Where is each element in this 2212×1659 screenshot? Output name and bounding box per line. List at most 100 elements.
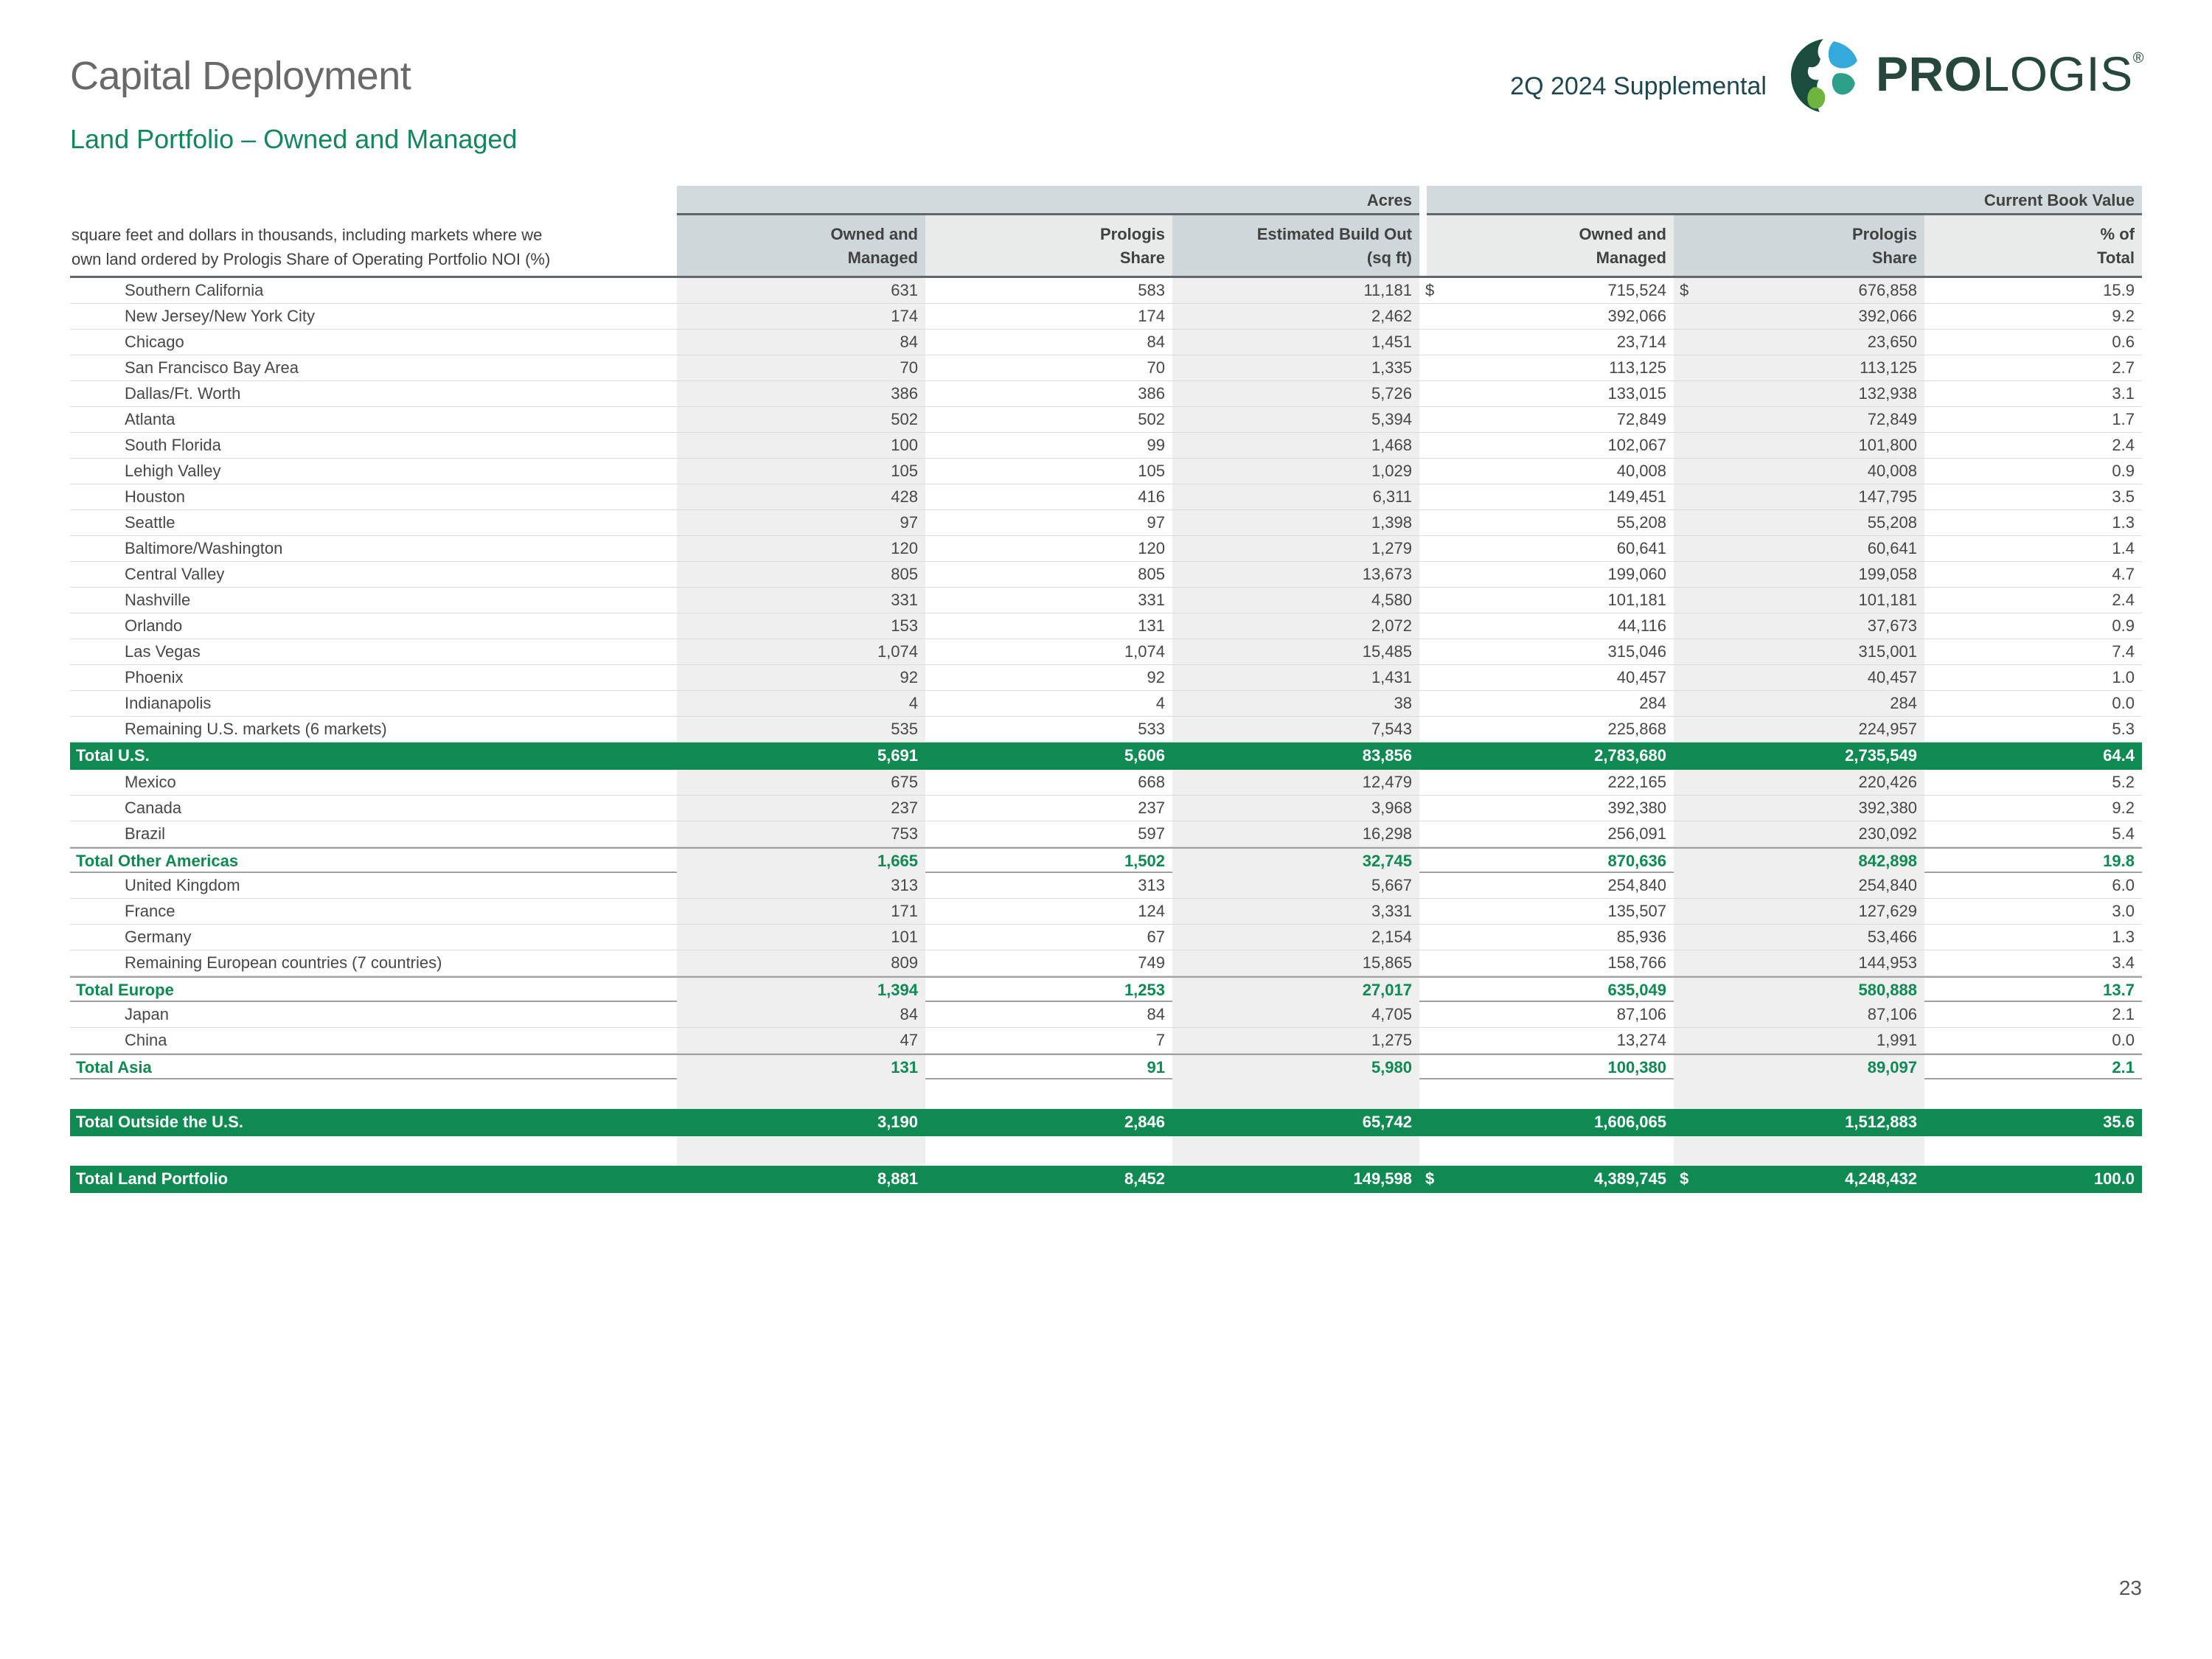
value-cell: 2,735,549	[1674, 742, 1924, 770]
value-cell: 64.4	[1924, 742, 2142, 770]
value-cell: 230,092	[1674, 821, 1924, 846]
row-label: Nashville	[70, 588, 677, 613]
table-row: Dallas/Ft. Worth3863865,726133,015132,93…	[70, 381, 2142, 407]
row-label: Baltimore/Washington	[70, 536, 677, 561]
column-header: Owned and Managed	[1419, 215, 1674, 276]
value-cell: 1,279	[1172, 536, 1419, 561]
value-cell: 220,426	[1674, 770, 1924, 795]
value-cell: 199,058	[1674, 562, 1924, 587]
value-cell: 392,380	[1674, 796, 1924, 821]
table-row: Nashville3313314,580101,181101,1812.4	[70, 588, 2142, 613]
value-cell: 40,457	[1419, 665, 1674, 690]
column-header: Prologis Share	[1674, 215, 1924, 276]
value-cell: 254,840	[1674, 873, 1924, 898]
value-cell: 4	[677, 691, 925, 716]
value-cell: 1,275	[1172, 1028, 1419, 1053]
value-cell: 40,008	[1419, 459, 1674, 484]
column-header: % of Total	[1924, 215, 2142, 276]
value-cell: 199,060	[1419, 562, 1674, 587]
value-cell: 19.8	[1924, 849, 2142, 874]
value-cell: 72,849	[1674, 407, 1924, 432]
row-label	[70, 1079, 677, 1109]
table-row: Southern California63158311,181715,524$6…	[70, 278, 2142, 304]
group-header-spacer	[70, 186, 677, 215]
value-cell: 3.5	[1924, 484, 2142, 509]
value-cell: 809	[677, 950, 925, 975]
value-cell: 40,457	[1674, 665, 1924, 690]
value-cell: 1,512,883	[1674, 1109, 1924, 1136]
value-cell: 8,881	[677, 1166, 925, 1193]
value-cell: 4.7	[1924, 562, 2142, 587]
value-cell: 2.4	[1924, 433, 2142, 458]
value-cell: 331	[925, 588, 1172, 613]
table-row: Central Valley80580513,673199,060199,058…	[70, 562, 2142, 588]
value-cell: 149,598	[1172, 1166, 1419, 1193]
value-cell: 2,072	[1172, 613, 1419, 639]
registered-mark: ®	[2133, 50, 2144, 66]
value-cell: 89,097	[1674, 1055, 1924, 1080]
value-cell: 91	[925, 1055, 1172, 1080]
wordmark-pro: PRO	[1876, 46, 1983, 101]
group-header-row: Acres Current Book Value	[70, 186, 2142, 215]
value-cell: 60,641	[1419, 536, 1674, 561]
row-label: Atlanta	[70, 407, 677, 432]
value-cell: 580,888	[1674, 978, 1924, 1003]
row-label: Central Valley	[70, 562, 677, 587]
table-row: South Florida100991,468102,067101,8002.4	[70, 433, 2142, 459]
value-cell	[1924, 1136, 2142, 1166]
value-cell: 101	[677, 925, 925, 950]
value-cell: 40,008	[1674, 459, 1924, 484]
value-cell: 105	[925, 459, 1172, 484]
table-note: square feet and dollars in thousands, in…	[70, 215, 677, 276]
row-label: Orlando	[70, 613, 677, 639]
value-cell: 100,380	[1419, 1055, 1674, 1080]
value-cell: 1,074	[677, 639, 925, 664]
prologis-logo: PROLOGIS®	[1789, 38, 2144, 114]
value-cell: 102,067	[1419, 433, 1674, 458]
value-cell: 131	[677, 1055, 925, 1080]
value-cell: 4	[925, 691, 1172, 716]
value-cell: 149,451	[1419, 484, 1674, 509]
value-cell: 1,606,065	[1419, 1109, 1674, 1136]
value-cell: 6,311	[1172, 484, 1419, 509]
land-portfolio-table: Acres Current Book Value square feet and…	[70, 186, 2142, 1193]
value-cell: 7.4	[1924, 639, 2142, 664]
value-cell: 84	[925, 330, 1172, 355]
value-cell: 715,524$	[1419, 278, 1674, 303]
value-cell: 1.3	[1924, 925, 2142, 950]
value-cell: 805	[925, 562, 1172, 587]
value-cell: 315,046	[1419, 639, 1674, 664]
column-header: Prologis Share	[925, 215, 1172, 276]
row-label: United Kingdom	[70, 873, 677, 898]
value-cell: 23,650	[1674, 330, 1924, 355]
value-cell: 805	[677, 562, 925, 587]
value-cell: 392,066	[1674, 304, 1924, 329]
value-cell: 392,380	[1419, 796, 1674, 821]
table-row: Brazil75359716,298256,091230,0925.4	[70, 821, 2142, 847]
table-row: United Kingdom3133135,667254,840254,8406…	[70, 873, 2142, 899]
prologis-wordmark: PROLOGIS®	[1876, 46, 2144, 106]
value-cell: 2.7	[1924, 355, 2142, 380]
value-cell	[1419, 1136, 1674, 1166]
value-cell: 70	[925, 355, 1172, 380]
table-row: Total Asia131915,980100,38089,0972.1	[70, 1054, 2142, 1079]
value-cell: 101,181	[1419, 588, 1674, 613]
value-cell: 100	[677, 433, 925, 458]
value-cell: 870,636	[1419, 849, 1674, 874]
value-cell: 331	[677, 588, 925, 613]
value-cell: 237	[677, 796, 925, 821]
value-cell: 533	[925, 717, 1172, 742]
row-label: China	[70, 1028, 677, 1053]
value-cell	[677, 1079, 925, 1109]
value-cell: 120	[925, 536, 1172, 561]
value-cell: 92	[925, 665, 1172, 690]
value-cell: 2,462	[1172, 304, 1419, 329]
value-cell: 147,795	[1674, 484, 1924, 509]
value-cell: 15,865	[1172, 950, 1419, 975]
value-cell: 144,953	[1674, 950, 1924, 975]
value-cell: 3,190	[677, 1109, 925, 1136]
table-row: Germany101672,15485,93653,4661.3	[70, 925, 2142, 950]
value-cell: 23,714	[1419, 330, 1674, 355]
value-cell: 8,452	[925, 1166, 1172, 1193]
row-label: Southern California	[70, 278, 677, 303]
